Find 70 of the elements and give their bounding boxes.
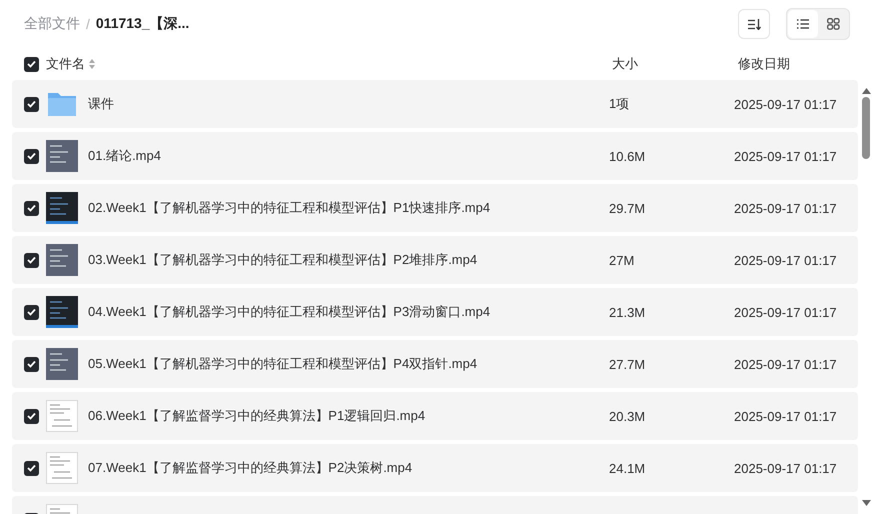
- video-thumbnail: [46, 296, 78, 328]
- file-row[interactable]: 04.Week1【了解机器学习中的特征工程和模型评估】P3滑动窗口.mp4 21.3M 2025-09-17 01:17: [12, 288, 858, 336]
- grid-icon: [826, 18, 840, 30]
- file-size: 29.7M: [609, 200, 646, 216]
- file-row[interactable]: 06.Week1【了解监督学习中的经典算法】P1逻辑回归.mp4 20.3M 2025-09-17 01:17: [12, 392, 858, 440]
- modified-date: 2025-09-17 01:17: [734, 408, 838, 424]
- file-row[interactable]: 02.Week1【了解机器学习中的特征工程和模型评估】P1快速排序.mp4 29.7M 2025-09-17 01:17: [12, 184, 858, 232]
- modified-date: 2025-09-17 01:17: [734, 356, 838, 372]
- checkbox[interactable]: [24, 356, 39, 372]
- list-view-button[interactable]: [788, 10, 818, 38]
- breadcrumb-separator: /: [86, 16, 90, 32]
- file-size: 27.7M: [609, 356, 646, 372]
- scroll-up-icon[interactable]: [862, 88, 870, 94]
- check-icon: [27, 308, 36, 316]
- modified-date: 2025-09-17 01:17: [734, 200, 838, 216]
- file-name: 05.Week1【了解机器学习中的特征工程和模型评估】P4双指针.mp4: [88, 356, 478, 371]
- file-row[interactable]: 05.Week1【了解机器学习中的特征工程和模型评估】P4双指针.mp4 27.7M 2025-09-17 01:17: [12, 340, 858, 388]
- file-name: 04.Week1【了解机器学习中的特征工程和模型评估】P3滑动窗口.mp4: [88, 304, 490, 319]
- file-row[interactable]: 07.Week1【了解监督学习中的经典算法】P2决策树.mp4 24.1M 2025-09-17 01:17: [12, 444, 858, 492]
- file-name: 01.绪论.mp4: [88, 148, 161, 163]
- modified-date: 2025-09-17 01:17: [734, 148, 838, 164]
- check-icon: [27, 100, 36, 108]
- file-name: 07.Week1【了解监督学习中的经典算法】P2决策树.mp4: [88, 460, 412, 475]
- video-thumbnail: [46, 400, 78, 432]
- sort-order-icon: [748, 18, 760, 30]
- checkbox[interactable]: [24, 148, 39, 164]
- checkbox[interactable]: [24, 96, 39, 112]
- modified-date: 2025-09-17 01:17: [734, 304, 838, 320]
- scroll-down-icon[interactable]: [862, 500, 870, 506]
- checkbox[interactable]: [24, 408, 39, 424]
- file-size: 1项: [609, 95, 630, 113]
- video-thumbnail: [46, 140, 78, 172]
- check-icon: [27, 152, 36, 160]
- file-size: 10.6M: [609, 148, 646, 164]
- check-icon: [27, 412, 36, 420]
- file-name: 03.Week1【了解机器学习中的特征工程和模型评估】P2堆排序.mp4: [88, 252, 478, 267]
- sort-button[interactable]: [738, 9, 770, 39]
- checkbox[interactable]: [24, 56, 39, 72]
- column-header[interactable]: 修改日期: [738, 55, 874, 73]
- modified-date: 2025-09-17 01:17: [734, 96, 838, 112]
- checkbox[interactable]: [24, 200, 39, 216]
- file-name: 06.Week1【了解监督学习中的经典算法】P1逻辑回归.mp4: [88, 408, 426, 423]
- file-size: 21.3M: [609, 304, 646, 320]
- list-icon: [797, 19, 809, 29]
- video-thumbnail: [46, 348, 78, 380]
- breadcrumb-item: 011713_【深...: [96, 15, 190, 33]
- checkbox[interactable]: [24, 460, 39, 476]
- check-icon: [27, 256, 36, 264]
- checkbox[interactable]: [24, 252, 39, 268]
- scrollbar-thumb[interactable]: [862, 97, 870, 159]
- column-header[interactable]: 大小: [612, 55, 738, 73]
- file-size: 24.1M: [609, 460, 646, 476]
- check-icon: [27, 204, 36, 212]
- modified-date: 2025-09-17 01:17: [734, 460, 838, 476]
- video-thumbnail: [46, 452, 78, 484]
- video-thumbnail: [46, 192, 78, 224]
- checkbox[interactable]: [24, 304, 39, 320]
- file-size: 20.3M: [609, 408, 646, 424]
- file-name: 02.Week1【了解机器学习中的特征工程和模型评估】P1快速排序.mp4: [88, 200, 490, 215]
- video-thumbnail: [46, 244, 78, 276]
- file-row[interactable]: 01.绪论.mp4 10.6M 2025-09-17 01:17: [12, 132, 858, 180]
- check-icon: [27, 60, 36, 68]
- file-row[interactable]: 03.Week1【了解机器学习中的特征工程和模型评估】P2堆排序.mp4 27M 2025-09-17 01:17: [12, 236, 858, 284]
- check-icon: [27, 360, 36, 368]
- check-icon: [27, 464, 36, 472]
- file-size: 27M: [609, 252, 636, 268]
- modified-date: 2025-09-17 01:17: [734, 252, 838, 268]
- file-name: 课件: [88, 96, 114, 111]
- file-row[interactable]: 课件 1项 2025-09-17 01:17: [12, 80, 858, 128]
- column-header[interactable]: 文件名: [46, 55, 85, 73]
